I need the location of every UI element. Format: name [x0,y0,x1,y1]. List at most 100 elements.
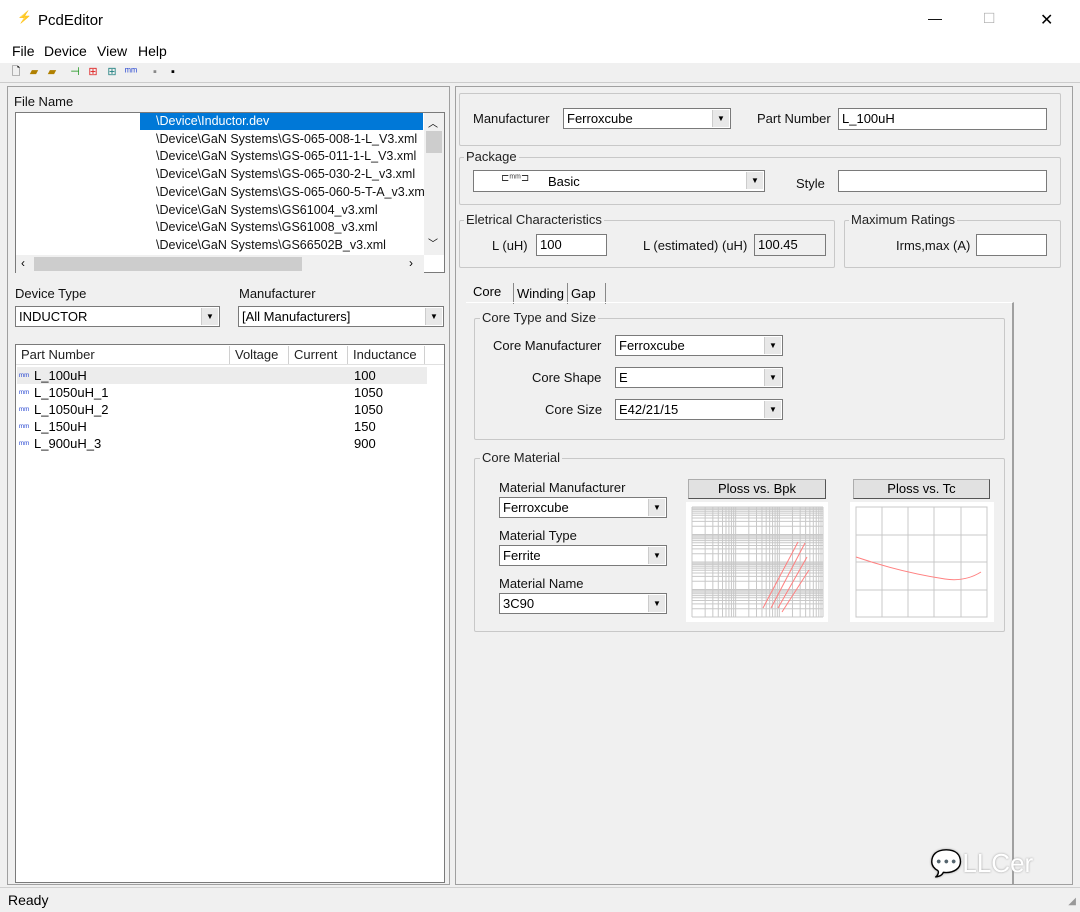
table-row[interactable]: ᵐᵐ L_100uH 100 [17,367,427,384]
menu-bar: File Device View Help [0,42,1080,63]
part-identity-group: Manufacturer Ferroxcube ▼ Part Number L_1… [459,93,1061,146]
package-select[interactable]: ⊏ᵐᵐ⊐ Basic ▼ [473,170,765,192]
manufacturer-select[interactable]: Ferroxcube ▼ [563,108,731,129]
file-item[interactable]: \Device\GaN Systems\GS61004_v3.xml [156,202,378,220]
app-icon: ⚡ [17,10,32,24]
file-name-label: File Name [14,94,74,109]
menu-file[interactable]: File [12,43,35,59]
chevron-down-icon: ▼ [425,308,442,325]
file-item[interactable]: \Device\Inductor.dev [156,113,269,131]
chevron-down-icon: ▼ [764,369,781,386]
max-ratings-group: Maximum Ratings Irms,max (A) [844,212,1061,268]
file-item[interactable]: \Device\GaN Systems\GS-065-008-1-L_V3.xm… [156,131,417,149]
core-shape-select[interactable]: E ▼ [615,367,783,388]
package-inductor-icon: ⊏ᵐᵐ⊐ [501,173,530,184]
material-manufacturer-label: Material Manufacturer [499,480,626,495]
manufacturer-filter-select[interactable]: [All Manufacturers] ▼ [238,306,444,327]
part-number-input[interactable]: L_100uH [838,108,1047,130]
scroll-thumb-h[interactable] [34,257,302,271]
core-material-group: Core Material Material Manufacturer Ferr… [474,450,1005,632]
package-group: Package ⊏ᵐᵐ⊐ Basic ▼ Style [459,149,1061,205]
material-type-select[interactable]: Ferrite ▼ [499,545,667,566]
file-item[interactable]: \Device\GaN Systems\GS-065-011-1-L_V3.xm… [156,148,416,166]
column-voltage[interactable]: Voltage [230,346,289,364]
column-inductance[interactable]: Inductance [348,346,425,364]
module-icon[interactable]: ⊞ [105,65,119,79]
core-shape-label: Core Shape [532,370,602,385]
save-all-icon[interactable]: ▪ [166,65,180,79]
inductor-icon: ᵐᵐ [19,371,30,381]
file-item[interactable]: \Device\GaN Systems\GS-065-060-5-T-A_v3.… [156,184,428,202]
tab-winding[interactable]: Winding [513,283,568,304]
chevron-down-icon: ▼ [746,172,763,189]
file-item[interactable]: \Device\GaN Systems\GS61008_v3.xml [156,219,378,237]
menu-help[interactable]: Help [138,43,167,59]
menu-view[interactable]: View [97,43,127,59]
horizontal-scrollbar[interactable]: ‹ › [16,255,424,273]
ploss-vs-tc-chart[interactable] [850,502,994,622]
scroll-down-icon[interactable]: ﹀ [428,235,438,250]
manufacturer-filter-value: [All Manufacturers] [242,309,351,324]
vertical-scrollbar[interactable]: ︿ ﹀ [424,113,444,255]
core-size-label: Core Size [545,402,603,417]
save-icon[interactable]: ▪ [148,65,162,79]
scroll-right-icon[interactable]: › [409,256,413,270]
ploss-vs-bpk-chart[interactable] [686,502,828,622]
tab-gap[interactable]: Gap [568,283,606,304]
toolbar: 🗋 ▰ ▰ ⊣ ⊞ ⊞ ᵐᵐ ▪ ▪ [0,63,1080,83]
cell-part-number: L_150uH [34,419,87,434]
new-icon[interactable]: 🗋 [9,65,23,79]
tab-core[interactable]: Core [470,281,505,302]
core-size-value: E42/21/15 [619,402,679,417]
cell-inductance: 100 [354,368,376,383]
file-item[interactable]: \Device\GaN Systems\GS-065-030-2-L_v3.xm… [156,166,415,184]
cell-part-number: L_1050uH_1 [34,385,109,400]
device-type-select[interactable]: INDUCTOR ▼ [15,306,220,327]
column-part-number[interactable]: Part Number [16,346,230,364]
watermark: 💬LLCer [930,848,1033,879]
table-row[interactable]: ᵐᵐ L_1050uH_1 1050 [17,384,427,401]
table-row[interactable]: ᵐᵐ L_1050uH_2 1050 [17,401,427,418]
inductor-icon[interactable]: ᵐᵐ [124,65,138,79]
l-input[interactable]: 100 [536,234,607,256]
diode-icon[interactable]: ⊣ [68,65,82,79]
package-label: Package [464,149,519,164]
scroll-left-icon[interactable]: ‹ [21,256,25,270]
transistor-icon[interactable]: ⊞ [86,65,100,79]
material-type-value: Ferrite [503,548,541,563]
chevron-down-icon: ▼ [201,308,218,325]
material-manufacturer-select[interactable]: Ferroxcube ▼ [499,497,667,518]
resize-grip-icon[interactable]: ◢ [1068,896,1076,907]
maximize-button[interactable]: □ [984,8,994,28]
menu-device[interactable]: Device [44,43,87,59]
irms-input[interactable] [976,234,1047,256]
cell-part-number: L_100uH [34,368,87,383]
inductor-icon: ᵐᵐ [19,405,30,415]
core-manufacturer-select[interactable]: Ferroxcube ▼ [615,335,783,356]
manufacturer-value: Ferroxcube [567,111,633,126]
left-pane: File Name \Device\Inductor.dev \Device\Ga… [7,86,450,885]
list-header: Part Number Voltage Current Inductance [16,346,444,365]
core-size-select[interactable]: E42/21/15 ▼ [615,399,783,420]
open-icon[interactable]: ▰ [27,65,41,79]
ploss-vs-tc-button[interactable]: Ploss vs. Tc [853,479,990,499]
minimize-button[interactable]: — [928,10,942,26]
parts-list[interactable]: Part Number Voltage Current Inductance ᵐ… [15,344,445,883]
ploss-vs-bpk-button[interactable]: Ploss vs. Bpk [688,479,826,499]
package-value: Basic [548,174,580,189]
file-list[interactable]: \Device\Inductor.dev \Device\GaN Systems\… [15,112,445,273]
close-button[interactable]: ✕ [1040,10,1053,30]
scroll-thumb[interactable] [426,131,442,153]
open-folder-icon[interactable]: ▰ [45,65,59,79]
material-name-value: 3C90 [503,596,535,611]
style-input[interactable] [838,170,1047,192]
table-row[interactable]: ᵐᵐ L_150uH 150 [17,418,427,435]
table-row[interactable]: ᵐᵐ L_900uH_3 900 [17,435,427,452]
file-item[interactable]: \Device\GaN Systems\GS66502B_v3.xml [156,237,386,255]
scroll-up-icon[interactable]: ︿ [428,115,438,130]
device-type-label: Device Type [15,286,87,301]
material-name-select[interactable]: 3C90 ▼ [499,593,667,614]
style-label: Style [796,176,825,191]
cell-inductance: 900 [354,436,376,451]
column-current[interactable]: Current [289,346,348,364]
